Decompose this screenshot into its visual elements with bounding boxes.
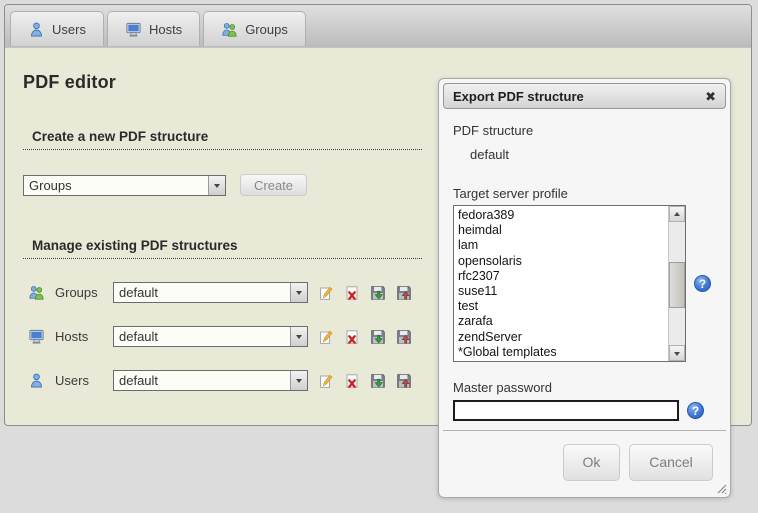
manage-section: Manage existing PDF structures Groups de… — [23, 238, 422, 391]
create-button[interactable]: Create — [240, 174, 307, 196]
dialog-footer: Ok Cancel — [443, 430, 726, 493]
edit-icon[interactable] — [318, 373, 334, 389]
groups-structure-select[interactable]: default — [113, 282, 308, 303]
listbox-scrollbar[interactable] — [668, 206, 685, 361]
import-icon[interactable] — [396, 329, 412, 345]
structure-type-select[interactable]: Groups — [23, 175, 226, 196]
manage-row-label: Hosts — [55, 329, 113, 344]
cancel-button[interactable]: Cancel — [629, 444, 713, 481]
chevron-down-icon[interactable] — [290, 371, 307, 390]
create-section: Create a new PDF structure Groups Create — [23, 129, 422, 196]
help-icon[interactable]: ? — [694, 275, 711, 292]
structure-type-value: Groups — [24, 176, 208, 195]
chevron-down-icon[interactable] — [290, 327, 307, 346]
create-section-heading: Create a new PDF structure — [23, 129, 422, 150]
scroll-down-icon[interactable] — [669, 345, 685, 361]
export-icon[interactable] — [370, 329, 386, 345]
delete-icon[interactable] — [344, 285, 360, 301]
host-icon — [28, 328, 45, 345]
manage-section-heading: Manage existing PDF structures — [23, 238, 422, 259]
tab-bar: Users Hosts Groups — [5, 5, 751, 48]
group-icon — [28, 284, 45, 301]
host-icon — [125, 21, 142, 38]
tab-users-label: Users — [52, 22, 86, 37]
export-icon[interactable] — [370, 285, 386, 301]
profile-option[interactable]: fedora389 — [458, 208, 681, 223]
edit-icon[interactable] — [318, 329, 334, 345]
page-background: { "tabs": [ { "label": "Users", "icon": … — [0, 0, 758, 513]
dialog-titlebar[interactable]: Export PDF structure ✖ — [443, 83, 726, 109]
dialog-title: Export PDF structure — [453, 89, 584, 104]
delete-icon[interactable] — [344, 373, 360, 389]
chevron-down-icon[interactable] — [208, 176, 225, 195]
user-icon — [28, 372, 45, 389]
close-icon[interactable]: ✖ — [705, 90, 716, 103]
target-server-profile-listbox[interactable]: fedora389 heimdal lam opensolaris rfc230… — [453, 205, 686, 362]
profile-option[interactable]: test — [458, 299, 681, 314]
tab-users[interactable]: Users — [10, 11, 104, 46]
master-password-input[interactable] — [453, 400, 679, 421]
help-icon[interactable]: ? — [687, 402, 704, 419]
tab-hosts[interactable]: Hosts — [107, 11, 200, 46]
group-icon — [221, 21, 238, 38]
profile-option[interactable]: *Global templates — [458, 345, 681, 360]
user-icon — [28, 21, 45, 38]
export-pdf-dialog: Export PDF structure ✖ PDF structure def… — [438, 78, 731, 498]
scrollbar-thumb[interactable] — [669, 262, 685, 308]
profile-option[interactable]: rfc2307 — [458, 269, 681, 284]
manage-row-users: Users default — [23, 370, 422, 391]
scroll-up-icon[interactable] — [669, 206, 685, 222]
import-icon[interactable] — [396, 373, 412, 389]
dialog-body: PDF structure default Target server prof… — [439, 113, 730, 421]
target-server-profile-label: Target server profile — [453, 186, 716, 201]
manage-row-label: Groups — [55, 285, 113, 300]
manage-row-hosts: Hosts default — [23, 326, 422, 347]
ok-button[interactable]: Ok — [563, 444, 620, 481]
edit-icon[interactable] — [318, 285, 334, 301]
create-row: Groups Create — [23, 174, 422, 196]
profile-option[interactable]: zarafa — [458, 314, 681, 329]
profile-option[interactable]: lam — [458, 238, 681, 253]
users-structure-select[interactable]: default — [113, 370, 308, 391]
hosts-structure-select[interactable]: default — [113, 326, 308, 347]
profile-option[interactable]: zendServer — [458, 330, 681, 345]
manage-row-label: Users — [55, 373, 113, 388]
master-password-label: Master password — [453, 380, 716, 395]
tab-hosts-label: Hosts — [149, 22, 182, 37]
groups-structure-value: default — [114, 283, 290, 302]
tab-groups[interactable]: Groups — [203, 11, 306, 46]
profile-option[interactable]: heimdal — [458, 223, 681, 238]
profile-option[interactable]: opensolaris — [458, 254, 681, 269]
hosts-structure-value: default — [114, 327, 290, 346]
export-icon[interactable] — [370, 373, 386, 389]
profile-option[interactable]: suse11 — [458, 284, 681, 299]
pdf-structure-label: PDF structure — [453, 123, 716, 138]
chevron-down-icon[interactable] — [290, 283, 307, 302]
tab-groups-label: Groups — [245, 22, 288, 37]
manage-row-groups: Groups default — [23, 282, 422, 303]
import-icon[interactable] — [396, 285, 412, 301]
delete-icon[interactable] — [344, 329, 360, 345]
profile-list: fedora389 heimdal lam opensolaris rfc230… — [454, 206, 685, 362]
resize-handle[interactable] — [714, 481, 727, 494]
users-structure-value: default — [114, 371, 290, 390]
pdf-structure-value: default — [470, 147, 716, 162]
